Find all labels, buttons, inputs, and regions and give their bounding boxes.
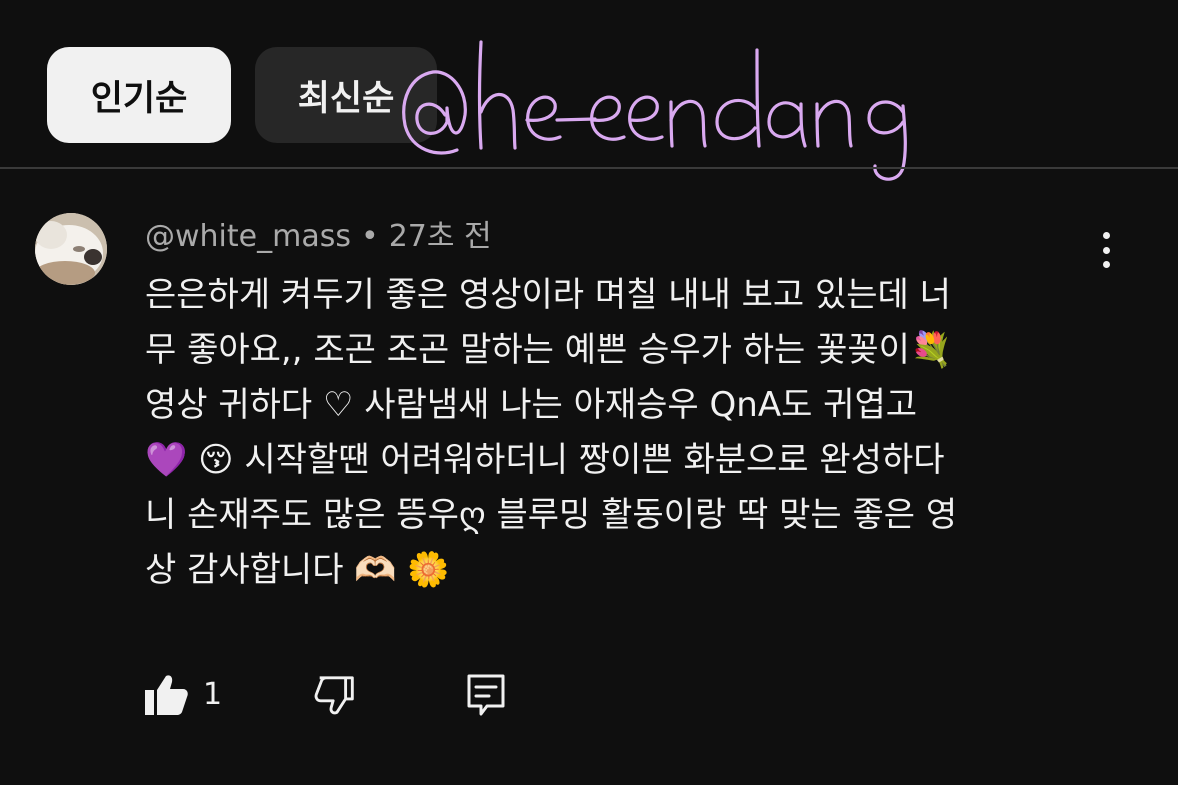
comment-meta: @white_mass • 27초 전 xyxy=(145,218,492,256)
comment-actions: 1 xyxy=(140,670,540,720)
more-vertical-icon[interactable] xyxy=(1090,228,1122,272)
comment-line: 💜 😚 시작할땐 어려워하더니 짱이쁜 화분으로 완성하다 xyxy=(145,440,945,480)
comment-line: 영상 귀하다 ♡ 사람냄새 나는 아재승우 QnA도 귀엽고 xyxy=(145,385,918,425)
divider xyxy=(0,167,1178,169)
thumbs-up-filled-icon[interactable] xyxy=(140,670,190,720)
comment-line: 상 감사합니다 🫶🏻 🌼 xyxy=(145,550,450,590)
comment-line: 니 손재주도 많은 뜽우ღ 블루밍 활동이랑 딱 맞는 좋은 영 xyxy=(145,495,958,535)
comment-line: 은은하게 켜두기 좋은 영상이라 며칠 내내 보고 있는데 너 xyxy=(145,275,951,315)
comment-time: 27초 전 xyxy=(388,219,492,254)
comment-line: 무 좋아요,, 조곤 조곤 말하는 예쁜 승우가 하는 꽃꽂이💐 xyxy=(145,330,953,370)
thumbs-down-outline-icon[interactable] xyxy=(312,672,360,720)
sort-chip-newest[interactable]: 최신순 xyxy=(255,47,437,143)
comment-body: 은은하게 켜두기 좋은 영상이라 며칠 내내 보고 있는데 너 무 좋아요,, … xyxy=(145,268,1075,598)
meta-separator: • xyxy=(360,219,379,254)
avatar[interactable] xyxy=(35,213,107,285)
comment-author[interactable]: @white_mass xyxy=(145,219,351,254)
handwritten-watermark xyxy=(402,40,907,181)
reply-comment-icon[interactable] xyxy=(465,672,509,720)
avatar-dog-photo-icon xyxy=(35,213,107,285)
sort-chip-popular[interactable]: 인기순 xyxy=(47,47,231,143)
like-count: 1 xyxy=(203,677,223,712)
